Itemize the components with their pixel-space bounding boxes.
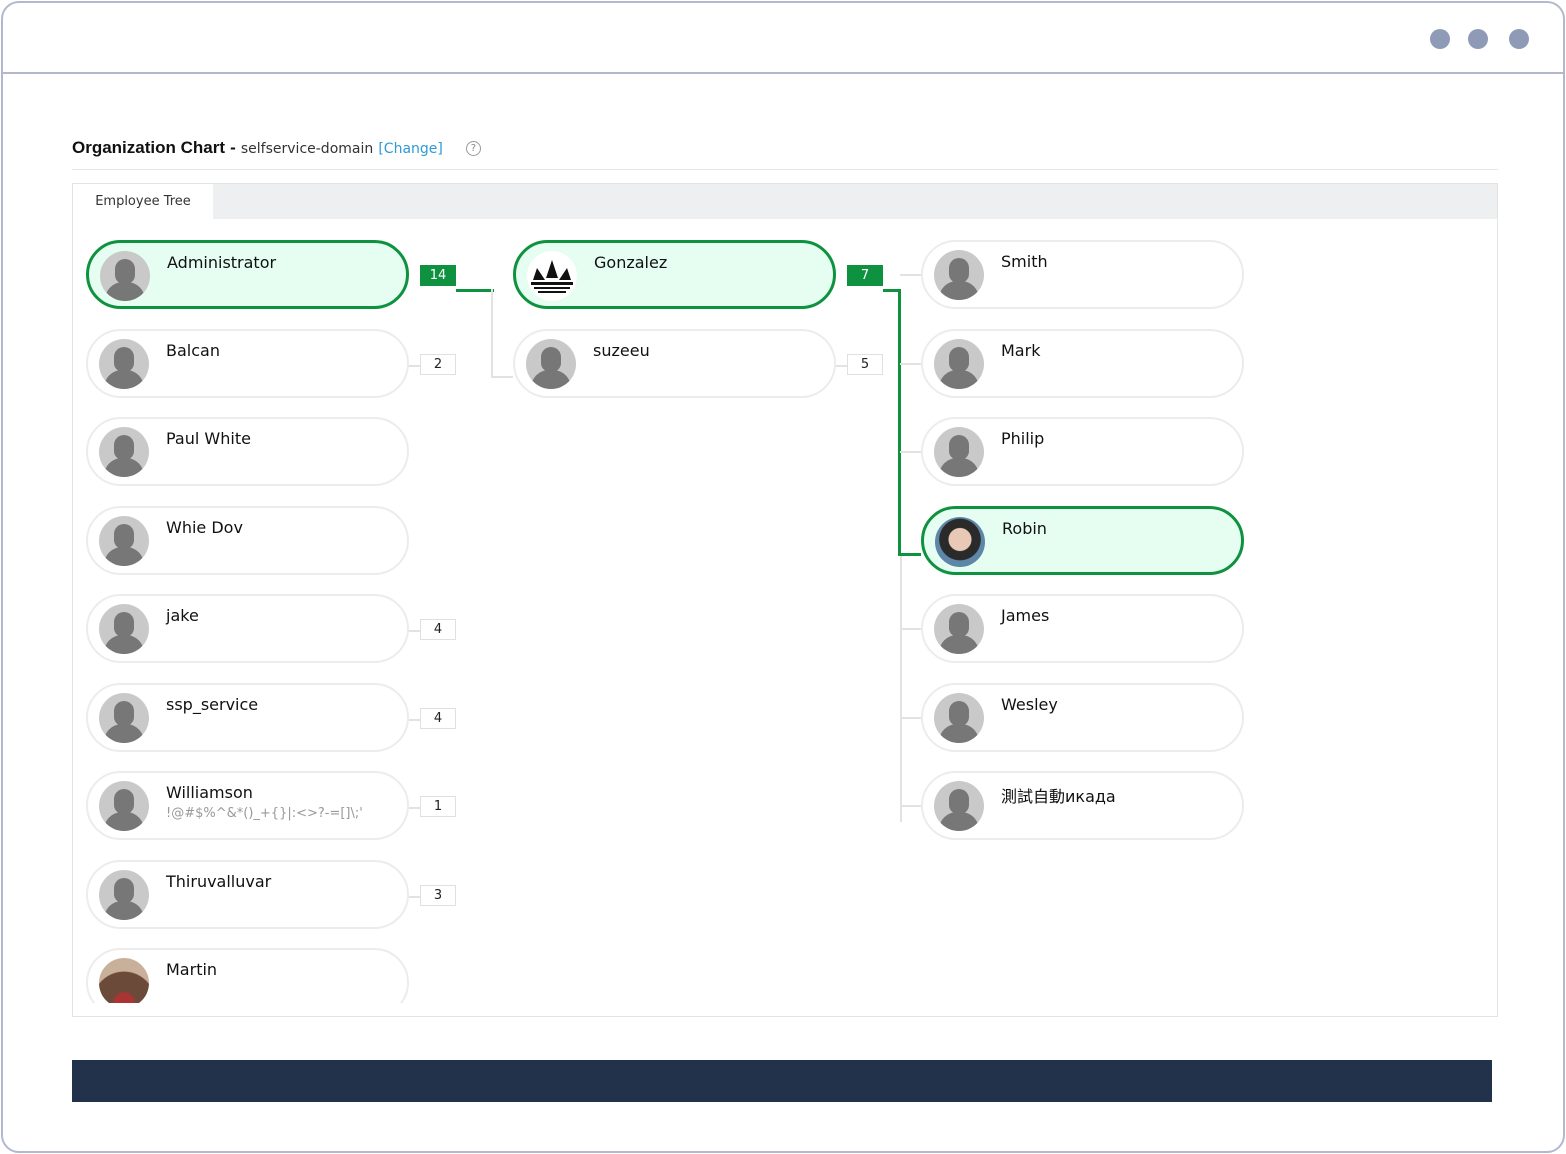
employee-card[interactable]: ssp_service [86, 682, 409, 752]
avatar [935, 516, 985, 567]
connector-line [900, 556, 902, 822]
subordinate-count-badge[interactable]: 4 [420, 707, 456, 729]
employee-card[interactable]: Administrator [86, 240, 409, 309]
employee-card[interactable]: Gonzalez [513, 240, 836, 309]
connector-line [898, 289, 901, 556]
subordinate-count-badge[interactable]: 4 [420, 619, 456, 640]
connector-line [491, 289, 493, 377]
employee-card[interactable]: Smith [921, 240, 1244, 309]
employee-card[interactable]: 測試自動икада [921, 771, 1244, 840]
default-avatar-icon [934, 338, 984, 389]
help-icon[interactable]: ? [465, 141, 481, 156]
avatar [99, 958, 149, 1003]
connector-line [408, 807, 420, 809]
employee-name: ssp_service [166, 694, 259, 714]
employee-name: Administrator [167, 253, 277, 272]
default-avatar-icon [99, 692, 149, 743]
employee-card[interactable]: Philip [921, 417, 1244, 486]
connector-line [408, 718, 420, 721]
default-avatar-icon [99, 338, 149, 389]
subordinate-count-badge[interactable]: 14 [420, 265, 456, 286]
window-titlebar [3, 3, 1563, 74]
subordinate-count-badge[interactable]: 3 [420, 884, 456, 906]
connector-line [408, 364, 420, 367]
default-avatar-icon [99, 604, 149, 654]
connector-line [456, 289, 494, 292]
connector-line [900, 451, 921, 453]
employee-card[interactable]: Thiruvalluvar [86, 859, 409, 929]
connector-line [900, 805, 921, 807]
default-avatar-icon [934, 427, 984, 477]
employee-name: Wesley [1001, 694, 1058, 714]
employee-name: Robin [1002, 518, 1047, 538]
connector-line [900, 362, 921, 365]
window-control-dot[interactable] [1468, 29, 1488, 49]
default-avatar-icon [99, 781, 149, 831]
employee-card[interactable]: James [921, 594, 1244, 663]
connector-line [900, 274, 921, 276]
employee-name: 測試自動икада [1001, 787, 1116, 806]
employee-subtitle: !@#$%^&*()_+{}|:<>?-=[]\;' [166, 806, 363, 821]
subordinate-count-badge[interactable]: 2 [420, 353, 456, 375]
employee-name: Martin [166, 960, 218, 979]
default-avatar-icon [99, 427, 149, 477]
change-domain-link[interactable]: [Change] [378, 141, 443, 157]
page-title: Organization Chart - selfservice-domain … [72, 138, 481, 158]
employee-name: Paul White [166, 429, 251, 448]
connector-line [491, 376, 513, 378]
employee-name: James [1001, 606, 1050, 625]
company-logo-avatar [527, 251, 577, 301]
employee-card[interactable]: Paul White [86, 417, 409, 486]
subordinate-count-badge[interactable]: 1 [420, 796, 456, 817]
default-avatar-icon [526, 338, 576, 389]
employee-card[interactable]: Wesley [921, 682, 1244, 752]
tab-bar: Employee Tree [73, 184, 1497, 219]
employee-name: Smith [1001, 252, 1048, 271]
employee-name: jake [166, 606, 199, 625]
org-chart-panel: Employee Tree Administrator 14 Balcan 2 Paul… [72, 183, 1498, 1017]
employee-card[interactable]: Robin [921, 505, 1244, 575]
employee-card[interactable]: suzeeu [513, 328, 836, 398]
footer-bar [72, 1060, 1492, 1102]
employee-tree[interactable]: Administrator 14 Balcan 2 Paul White Whie Dov… [73, 219, 1497, 1003]
window-control-dot[interactable] [1509, 29, 1529, 49]
connector-line [900, 628, 921, 630]
employee-name: Balcan [166, 340, 220, 360]
domain-name: selfservice-domain [240, 141, 374, 157]
employee-name: Philip [1001, 429, 1045, 448]
employee-card[interactable]: Mark [921, 328, 1244, 398]
default-avatar-icon [100, 251, 150, 301]
default-avatar-icon [934, 250, 984, 300]
default-avatar-icon [934, 604, 984, 654]
tab-employee-tree[interactable]: Employee Tree [73, 184, 213, 219]
subordinate-count-badge[interactable]: 7 [847, 265, 883, 286]
connector-line [408, 895, 420, 898]
employee-name: Mark [1001, 340, 1041, 360]
employee-card[interactable]: Balcan [86, 328, 409, 398]
title-text: Organization Chart [72, 138, 226, 157]
default-avatar-icon [99, 515, 149, 566]
window-control-dot[interactable] [1430, 29, 1450, 49]
connector-line [408, 630, 420, 632]
default-avatar-icon [934, 692, 984, 743]
default-avatar-icon [99, 869, 149, 920]
employee-card[interactable]: jake [86, 594, 409, 663]
title-separator: - [230, 138, 236, 157]
employee-name: suzeeu [593, 340, 650, 360]
employee-name: Gonzalez [594, 253, 668, 272]
default-avatar-icon [934, 781, 984, 831]
connector-line [835, 364, 847, 367]
employee-name: Whie Dov [166, 517, 243, 537]
employee-card[interactable]: Williamson !@#$%^&*()_+{}|:<>?-=[]\;' [86, 771, 409, 840]
employee-name: Thiruvalluvar [166, 871, 272, 891]
divider [72, 169, 1498, 170]
employee-name: Williamson [166, 783, 253, 802]
employee-card[interactable]: Martin [86, 948, 409, 1003]
subordinate-count-badge[interactable]: 5 [847, 353, 883, 375]
employee-card[interactable]: Whie Dov [86, 505, 409, 575]
connector-line [900, 716, 921, 719]
